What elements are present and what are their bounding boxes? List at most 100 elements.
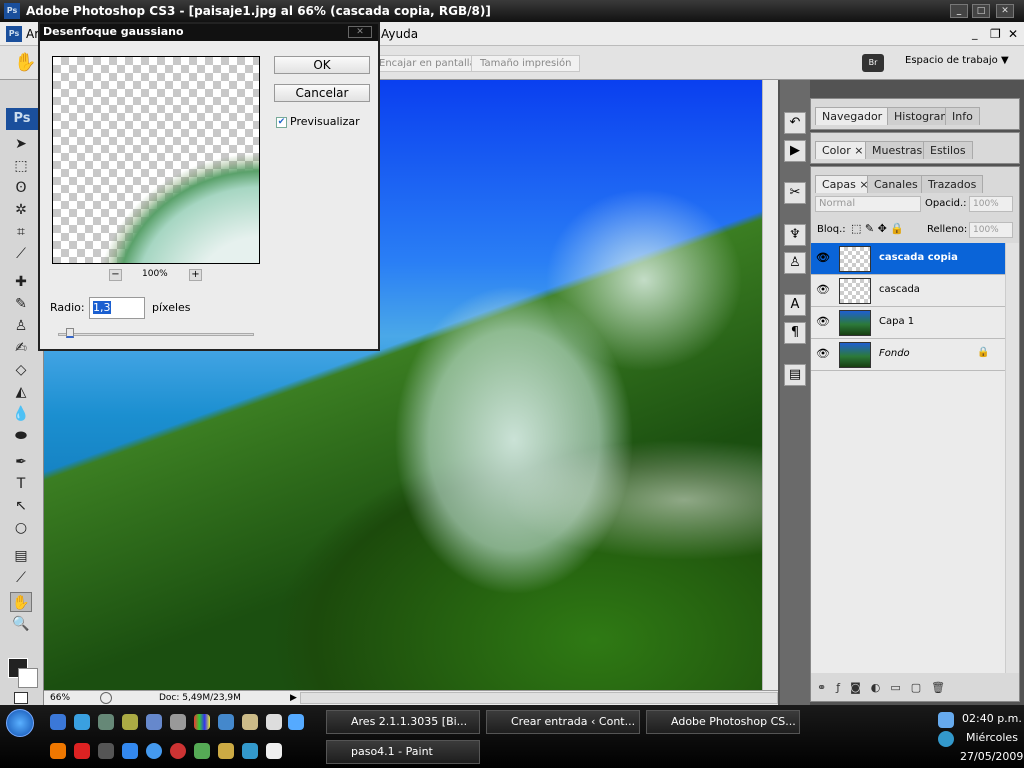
radius-slider-handle[interactable]	[66, 328, 74, 338]
paint-bucket-icon[interactable]: ◭	[10, 382, 32, 402]
tab-info[interactable]: Info	[945, 107, 980, 125]
tool-presets-icon[interactable]: ✂	[784, 182, 806, 204]
network-icon[interactable]	[938, 712, 954, 728]
app-icon[interactable]	[194, 743, 210, 759]
quick-mask-button[interactable]	[14, 692, 28, 704]
blur-tool-icon[interactable]: 💧	[10, 404, 32, 424]
doc-close[interactable]: ✕	[1008, 22, 1018, 46]
media-icon[interactable]	[122, 743, 138, 759]
app-icon[interactable]	[98, 743, 114, 759]
layer-actions-bar[interactable]: ⚭ƒ◙◐▭▢🗑	[817, 681, 955, 694]
task-ares[interactable]: Ares 2.1.1.3035 [Bi...	[326, 710, 480, 734]
dodge-tool-icon[interactable]: ⬬	[10, 426, 32, 446]
layers-scrollbar[interactable]	[1005, 243, 1019, 673]
fit-screen-button[interactable]: Encajar en pantalla	[370, 55, 485, 72]
marquee-tool-icon[interactable]: ⬚	[10, 156, 32, 176]
ares-icon[interactable]	[242, 743, 258, 759]
pen-tool-icon[interactable]: ✒	[10, 452, 32, 472]
type-tool-icon[interactable]: T	[10, 474, 32, 494]
tab-canales[interactable]: Canales	[867, 175, 925, 193]
layer-row[interactable]: 👁 cascada	[811, 275, 1005, 307]
eraser-tool-icon[interactable]: ◇	[10, 360, 32, 380]
steam-icon[interactable]	[266, 714, 282, 730]
app-icon[interactable]	[98, 714, 114, 730]
radius-input[interactable]: 1,3	[89, 297, 145, 319]
mouse-icon[interactable]	[266, 743, 282, 759]
move-tool-icon[interactable]: ➤	[10, 134, 32, 154]
app-icon[interactable]	[74, 714, 90, 730]
print-size-button[interactable]: Tamaño impresión	[471, 55, 581, 72]
layer-comps-icon[interactable]: ▤	[784, 364, 806, 386]
zoom-level[interactable]: 66%	[50, 691, 70, 705]
hand-tool-icon[interactable]: ✋	[10, 592, 32, 612]
clone-source-icon[interactable]: ♙	[784, 252, 806, 274]
radius-slider-track[interactable]	[58, 333, 254, 336]
brushes-icon[interactable]: ♆	[784, 224, 806, 246]
history-brush-icon[interactable]: ✍	[10, 338, 32, 358]
menu-ayuda[interactable]: Ayuda	[381, 22, 418, 46]
app-icon[interactable]	[122, 714, 138, 730]
character-icon[interactable]: A	[784, 294, 806, 316]
app-icon[interactable]	[218, 743, 234, 759]
magic-wand-icon[interactable]: ✲	[10, 200, 32, 220]
task-paint[interactable]: paso4.1 - Paint	[326, 740, 480, 764]
layer-row[interactable]: 👁 Fondo 🔒	[811, 339, 1005, 371]
fill-field[interactable]: 100%	[969, 222, 1013, 238]
notes-tool-icon[interactable]: ▤	[10, 546, 32, 566]
actions-icon[interactable]: ▶	[784, 140, 806, 162]
app-icon[interactable]	[170, 743, 186, 759]
ares-tray-icon[interactable]	[938, 731, 954, 747]
crop-tool-icon[interactable]: ⌗	[10, 222, 32, 242]
windows-icon[interactable]	[194, 714, 210, 730]
maximize-button[interactable]: □	[972, 4, 990, 18]
notepad-icon[interactable]	[146, 714, 162, 730]
start-button[interactable]	[6, 709, 34, 737]
doc-minimize[interactable]: _	[972, 22, 978, 46]
doc-restore[interactable]: ❐	[990, 22, 1001, 46]
tab-estilos[interactable]: Estilos	[923, 141, 973, 159]
status-icon[interactable]	[100, 692, 112, 704]
bridge-icon[interactable]: Br	[862, 54, 884, 72]
paragraph-icon[interactable]: ¶	[784, 322, 806, 344]
app-icon[interactable]	[218, 714, 234, 730]
ok-button[interactable]: OK	[274, 56, 370, 74]
eyedropper-icon[interactable]: ⟋	[10, 568, 32, 588]
opacity-field[interactable]: 100%	[969, 196, 1013, 212]
ie-icon[interactable]	[50, 714, 66, 730]
firefox-icon[interactable]	[50, 743, 66, 759]
status-menu-arrow[interactable]: ▶	[290, 691, 297, 705]
slice-tool-icon[interactable]: ⟋	[10, 244, 32, 264]
visibility-eye-icon[interactable]: 👁	[814, 249, 832, 267]
blend-mode-select[interactable]: Normal	[815, 196, 921, 212]
cancel-button[interactable]: Cancelar	[274, 84, 370, 102]
visibility-eye-icon[interactable]: 👁	[814, 313, 832, 331]
preview-checkbox[interactable]: ✔	[276, 117, 287, 128]
acrobat-icon[interactable]	[74, 743, 90, 759]
history-icon[interactable]: ↶	[784, 112, 806, 134]
minimize-button[interactable]: _	[950, 4, 968, 18]
tab-muestras[interactable]: Muestras	[865, 141, 930, 159]
zoom-tool-icon[interactable]: 🔍	[10, 614, 32, 634]
brush-tool-icon[interactable]: ✎	[10, 294, 32, 314]
blur-preview[interactable]	[52, 56, 260, 264]
vertical-scrollbar[interactable]	[762, 80, 778, 690]
stamp-tool-icon[interactable]: ♙	[10, 316, 32, 336]
dialog-close-button[interactable]: ✕	[348, 26, 372, 38]
zoom-out-button[interactable]: −	[109, 269, 122, 281]
lock-icons[interactable]: ⬚ ✎ ✥ 🔒	[851, 222, 904, 235]
tab-trazados[interactable]: Trazados	[921, 175, 984, 193]
visibility-eye-icon[interactable]: 👁	[814, 281, 832, 299]
zoom-in-button[interactable]: +	[189, 269, 202, 281]
horizontal-scrollbar[interactable]	[300, 692, 778, 704]
clock-time[interactable]: 02:40 p.m.	[962, 712, 1022, 725]
task-firefox[interactable]: Crear entrada ‹ Cont...	[486, 710, 640, 734]
close-button[interactable]: ✕	[996, 4, 1014, 18]
app-icon[interactable]	[146, 743, 162, 759]
lasso-tool-icon[interactable]: ʘ	[10, 178, 32, 198]
tab-color[interactable]: Color ×	[815, 141, 871, 159]
desktop-icon[interactable]	[288, 714, 304, 730]
background-color[interactable]	[18, 668, 38, 688]
task-photoshop[interactable]: Adobe Photoshop CS...	[646, 710, 800, 734]
workspace-menu[interactable]: Espacio de trabajo ▼	[905, 55, 1009, 66]
visibility-eye-icon[interactable]: 👁	[814, 345, 832, 363]
